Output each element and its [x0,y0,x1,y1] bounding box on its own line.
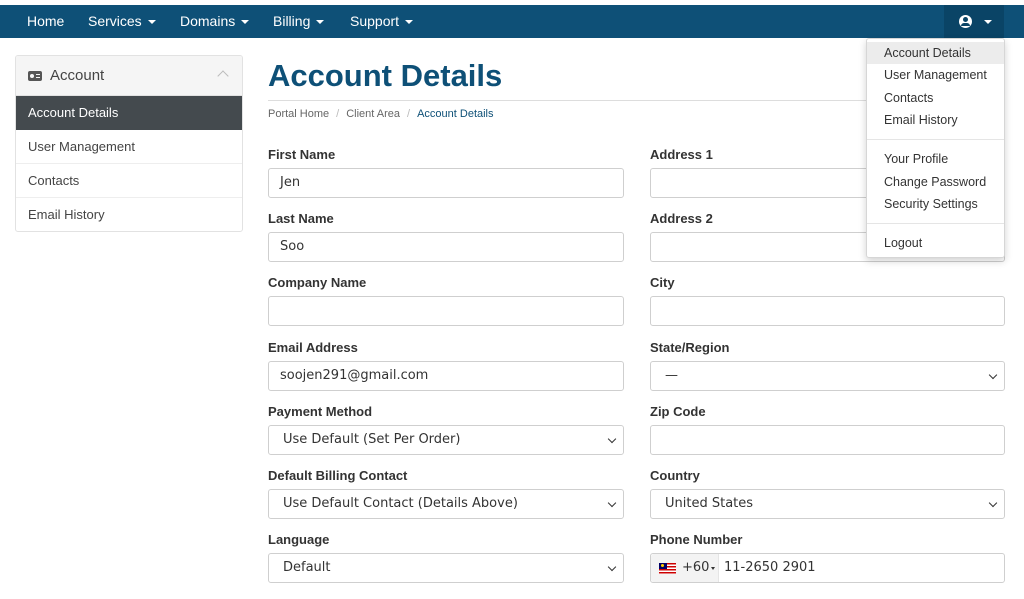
sidebar-title: Account [50,67,105,84]
breadcrumb-client-area[interactable]: Client Area [346,108,400,120]
zip-input[interactable] [650,425,1005,455]
email-input[interactable]: soojen291@gmail.com [268,361,624,391]
first-name-label: First Name [268,147,336,162]
menu-item-change-password[interactable]: Change Password [867,171,1004,193]
user-dropdown-menu: Account Details User Management Contacts… [866,38,1005,258]
divider [268,100,868,101]
language-select[interactable]: Default [268,553,624,583]
billing-contact-label: Default Billing Contact [268,468,408,483]
city-label: City [650,275,675,290]
chevron-down-icon [607,562,617,572]
zip-label: Zip Code [650,404,706,419]
language-label: Language [268,532,330,547]
caret-down-icon [405,20,414,25]
nav-services[interactable]: Services [88,5,156,38]
menu-item-email-history[interactable]: Email History [867,109,1004,131]
chevron-down-icon [988,370,998,380]
billing-contact-select[interactable]: Use Default Contact (Details Above) [268,489,624,519]
phone-number-value: 11-2650 2901 [724,560,816,575]
sidebar-item-user-management[interactable]: User Management [16,130,242,164]
sidebar-item-email-history[interactable]: Email History [16,198,242,231]
caret-down-icon [316,20,325,25]
company-name-input[interactable] [268,296,624,326]
payment-method-label: Payment Method [268,404,373,419]
nav-support[interactable]: Support [350,5,414,38]
user-circle-icon [959,15,972,28]
phone-input[interactable]: +60 11-2650 2901 [650,553,1005,583]
caret-down-icon [984,20,992,24]
caret-down-icon [241,20,250,25]
menu-divider [867,139,1004,140]
breadcrumb-current: Account Details [417,108,494,120]
page-title: Account Details [268,58,503,93]
malaysia-flag-icon [659,563,676,574]
state-label: State/Region [650,340,730,355]
nav-home[interactable]: Home [27,5,64,38]
dial-code: +60 [682,560,710,575]
payment-method-select[interactable]: Use Default (Set Per Order) [268,425,624,455]
city-input[interactable] [650,296,1005,326]
top-navbar: Home Services Domains Billing Support [0,5,1024,38]
menu-item-logout[interactable]: Logout [867,232,1004,254]
last-name-input[interactable]: Soo [268,232,624,262]
caret-down-icon [711,567,715,570]
phone-label: Phone Number [650,532,743,547]
country-select[interactable]: United States [650,489,1005,519]
email-label: Email Address [268,340,358,355]
chevron-down-icon [607,498,617,508]
sidebar-item-account-details[interactable]: Account Details [16,96,242,130]
address1-label: Address 1 [650,147,713,162]
company-name-label: Company Name [268,275,367,290]
nav-domains[interactable]: Domains [180,5,250,38]
menu-item-account-details[interactable]: Account Details [867,42,1004,64]
state-select[interactable]: — [650,361,1005,391]
first-name-input[interactable]: Jen [268,168,624,198]
breadcrumb-portal-home[interactable]: Portal Home [268,108,329,120]
breadcrumb: Portal Home / Client Area / Account Details [268,108,494,120]
country-code-selector[interactable]: +60 [651,554,719,582]
menu-item-user-management[interactable]: User Management [867,64,1004,86]
menu-divider [867,223,1004,224]
chevron-down-icon [607,434,617,444]
menu-item-security-settings[interactable]: Security Settings [867,193,1004,215]
address2-label: Address 2 [650,211,713,226]
menu-item-your-profile[interactable]: Your Profile [867,148,1004,170]
user-menu-button[interactable] [944,5,1004,38]
chevron-down-icon [988,498,998,508]
sidebar-item-contacts[interactable]: Contacts [16,164,242,198]
menu-item-contacts[interactable]: Contacts [867,87,1004,109]
account-sidebar: Account Account Details User Management … [15,55,243,232]
last-name-label: Last Name [268,211,334,226]
caret-down-icon [147,20,156,25]
country-label: Country [650,468,700,483]
sidebar-header[interactable]: Account [16,56,242,96]
nav-billing[interactable]: Billing [273,5,325,38]
id-card-icon [28,71,42,81]
chevron-up-icon[interactable] [217,70,229,82]
